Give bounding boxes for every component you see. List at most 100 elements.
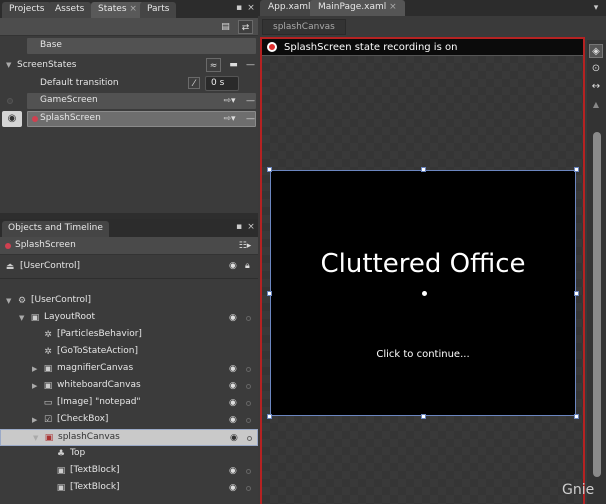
resize-handle[interactable] xyxy=(574,291,579,296)
expand-arrow-icon[interactable]: ▶ xyxy=(32,416,37,424)
add-transition-icon[interactable]: ⇨▾ xyxy=(222,94,237,108)
resize-handle[interactable] xyxy=(267,291,272,296)
collapse-arrow-icon[interactable]: ▼ xyxy=(6,297,11,305)
document-tabs: App.xaml MainPage.xaml × ▾ xyxy=(258,0,606,16)
lock-toggle[interactable] xyxy=(246,367,251,372)
remove-state-icon[interactable]: — xyxy=(243,94,258,108)
eye-icon[interactable]: ◉ xyxy=(229,381,241,391)
lock-toggle[interactable] xyxy=(246,316,251,321)
lock-toggle[interactable] xyxy=(246,418,251,423)
eye-icon[interactable]: ◉ xyxy=(229,398,241,408)
tree-item[interactable]: ▶ ▣ whiteboardCanvas ◉ xyxy=(0,378,258,395)
tree-item-label: [GoToStateAction] xyxy=(57,346,138,356)
tree-item[interactable]: ▶ ☑ [CheckBox] ◉ xyxy=(0,412,258,429)
eye-icon[interactable]: ◉ xyxy=(229,364,241,374)
resize-handle[interactable] xyxy=(267,414,272,419)
state-base[interactable]: Base xyxy=(0,37,258,55)
scope-row[interactable]: ⏏ [UserControl] ◉ 🔒︎ xyxy=(0,258,258,276)
close-icon[interactable]: × xyxy=(129,4,137,14)
tab-assets[interactable]: Assets xyxy=(48,2,92,18)
state-gamescreen[interactable]: GameScreen ⇨▾ — xyxy=(0,92,258,110)
recording-dot-icon xyxy=(5,243,11,249)
lock-toggle[interactable] xyxy=(246,384,251,389)
tree-item[interactable]: ▼ ▣ LayoutRoot ◉ xyxy=(0,310,258,327)
scroll-up-icon[interactable]: ▲ xyxy=(589,98,603,112)
tree-item[interactable]: ✲ [GoToStateAction] xyxy=(0,344,258,361)
timeline-toggle-icon[interactable]: ☷▸ xyxy=(234,239,256,253)
collapse-arrow-icon[interactable]: ▼ xyxy=(6,61,11,69)
resize-handle[interactable] xyxy=(421,167,426,172)
remove-state-icon[interactable]: — xyxy=(243,112,258,126)
eye-icon[interactable]: ◉ xyxy=(229,466,241,476)
artboard[interactable]: SplashScreen state recording is on Clutt… xyxy=(260,37,585,504)
close-icon[interactable]: × xyxy=(246,222,256,232)
center-point[interactable] xyxy=(422,291,427,296)
tree-item[interactable]: ▣ [TextBlock] ◉ xyxy=(0,463,258,480)
tree-item[interactable]: ✲ [ParticlesBehavior] xyxy=(0,327,258,344)
visibility-toggle[interactable] xyxy=(7,98,13,104)
textblock-icon: ▣ xyxy=(56,466,66,476)
dropdown-icon[interactable]: ▾ xyxy=(591,3,601,13)
transition-duration-input[interactable]: 0 s xyxy=(205,76,239,91)
vertical-scrollbar[interactable] xyxy=(593,132,601,477)
expand-arrow-icon[interactable]: ▶ xyxy=(32,382,37,390)
add-state-icon[interactable]: ▬ xyxy=(226,58,241,72)
resize-handle[interactable] xyxy=(574,414,579,419)
eye-icon[interactable]: ◉ xyxy=(229,415,241,425)
close-icon[interactable]: × xyxy=(246,3,256,13)
tab-states[interactable]: States × xyxy=(91,2,144,18)
splash-canvas[interactable]: Cluttered Office Click to continue... xyxy=(267,167,579,419)
easing-function-icon[interactable]: ⁄ xyxy=(188,77,200,89)
tree-item[interactable]: ♣ Top xyxy=(0,446,258,463)
tab-projects[interactable]: Projects xyxy=(2,2,52,18)
resize-handle[interactable] xyxy=(574,167,579,172)
tab-mainpage-xaml[interactable]: MainPage.xaml × xyxy=(310,0,405,16)
collapse-arrow-icon[interactable]: ▼ xyxy=(19,314,24,322)
pan-icon[interactable]: ⊙ xyxy=(589,62,603,76)
tree-item[interactable]: ▼ ▣ splashCanvas ◉ xyxy=(0,429,258,446)
tree-item-label: [CheckBox] xyxy=(57,414,109,424)
tree-item[interactable]: ▣ [TextBlock] ◉ xyxy=(0,480,258,497)
eye-icon[interactable]: ◉ xyxy=(230,433,242,443)
lock-toggle[interactable] xyxy=(247,436,252,441)
eye-icon[interactable]: ◉ xyxy=(229,313,241,323)
lock-toggle[interactable] xyxy=(246,469,251,474)
recording-icon[interactable] xyxy=(267,42,277,52)
left-tabs: Projects Assets States × Parts ▪ × xyxy=(0,0,258,18)
eye-icon[interactable]: ◉ xyxy=(2,111,22,127)
easing-icon[interactable]: ≈ xyxy=(206,58,221,72)
scope-up-icon[interactable]: ⏏ xyxy=(4,261,16,273)
close-icon[interactable]: × xyxy=(389,2,397,12)
default-transition-row: Default transition ⁄ 0 s xyxy=(0,75,258,93)
canvas-title[interactable]: Cluttered Office xyxy=(271,249,575,279)
resize-handle[interactable] xyxy=(267,167,272,172)
add-state-group-icon[interactable]: ▤ xyxy=(218,20,233,34)
transition-preview-icon[interactable]: ⇄ xyxy=(238,20,253,34)
fit-width-icon[interactable]: ↔ xyxy=(589,80,603,94)
tree-item[interactable]: ▭ [Image] "notepad" ◉ xyxy=(0,395,258,412)
tree-item[interactable]: ▼ ⚙ [UserControl] xyxy=(0,293,258,310)
tab-objects-and-timeline[interactable]: Objects and Timeline xyxy=(2,221,109,237)
tab-parts[interactable]: Parts xyxy=(140,2,177,18)
remove-group-icon[interactable]: — xyxy=(243,58,258,72)
lock-toggle[interactable] xyxy=(246,401,251,406)
tree-item-label: [ParticlesBehavior] xyxy=(57,329,142,339)
state-splashscreen[interactable]: ◉ SplashScreen ⇨▾ — xyxy=(0,110,258,128)
eye-icon[interactable]: ◉ xyxy=(229,483,241,493)
canvas-subtitle[interactable]: Click to continue... xyxy=(271,349,575,360)
pin-icon[interactable]: ▪ xyxy=(234,3,244,13)
breadcrumb[interactable]: splashCanvas xyxy=(262,19,346,35)
lock-icon[interactable]: 🔒︎ xyxy=(245,261,257,271)
state-group-screenstates[interactable]: ▼ ScreenStates ≈ ▬ — xyxy=(0,57,258,75)
resize-handle[interactable] xyxy=(421,414,426,419)
lock-toggle[interactable] xyxy=(246,486,251,491)
tree-item[interactable]: ▶ ▣ magnifierCanvas ◉ xyxy=(0,361,258,378)
collapse-arrow-icon[interactable]: ▼ xyxy=(33,434,38,442)
pin-icon[interactable]: ▪ xyxy=(234,222,244,232)
checkbox-icon: ☑ xyxy=(43,415,53,425)
eye-icon[interactable]: ◉ xyxy=(229,261,241,271)
recording-banner: SplashScreen state recording is on xyxy=(262,39,583,56)
add-transition-icon[interactable]: ⇨▾ xyxy=(222,112,237,126)
snap-icon[interactable]: ◈ xyxy=(589,44,603,58)
expand-arrow-icon[interactable]: ▶ xyxy=(32,365,37,373)
